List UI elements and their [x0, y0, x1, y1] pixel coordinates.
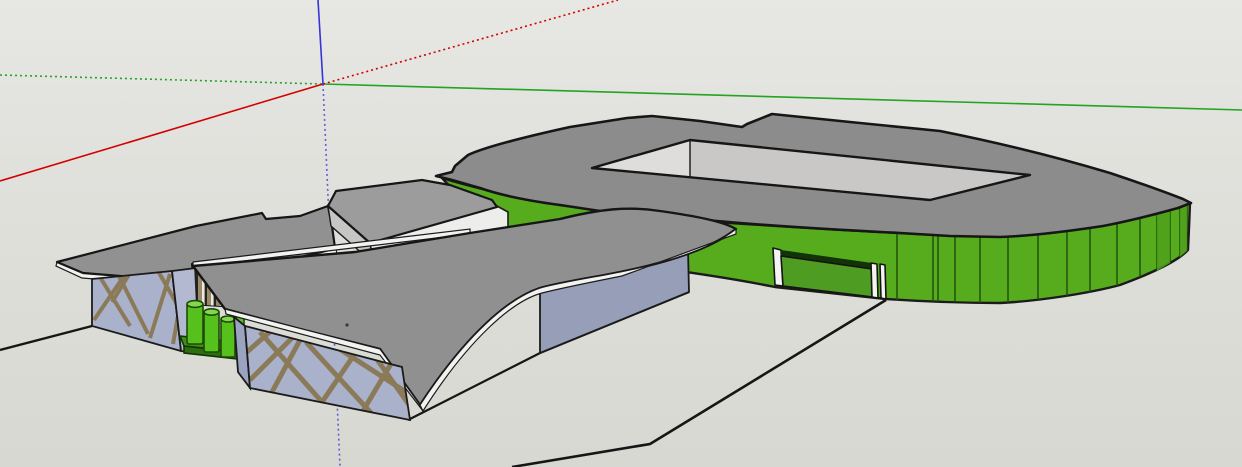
model-canvas[interactable]	[0, 0, 1242, 467]
viewport-stage[interactable]	[0, 0, 1242, 467]
door-right-jamb-inner	[871, 263, 878, 298]
wall-facet-shade-2	[1180, 204, 1187, 257]
wall-facet-shade	[1157, 209, 1170, 271]
door-right-jamb-outer	[880, 264, 886, 299]
column-3	[221, 316, 235, 357]
column-1	[187, 301, 203, 344]
stray-point-marker	[345, 323, 348, 326]
column-2	[204, 309, 219, 352]
